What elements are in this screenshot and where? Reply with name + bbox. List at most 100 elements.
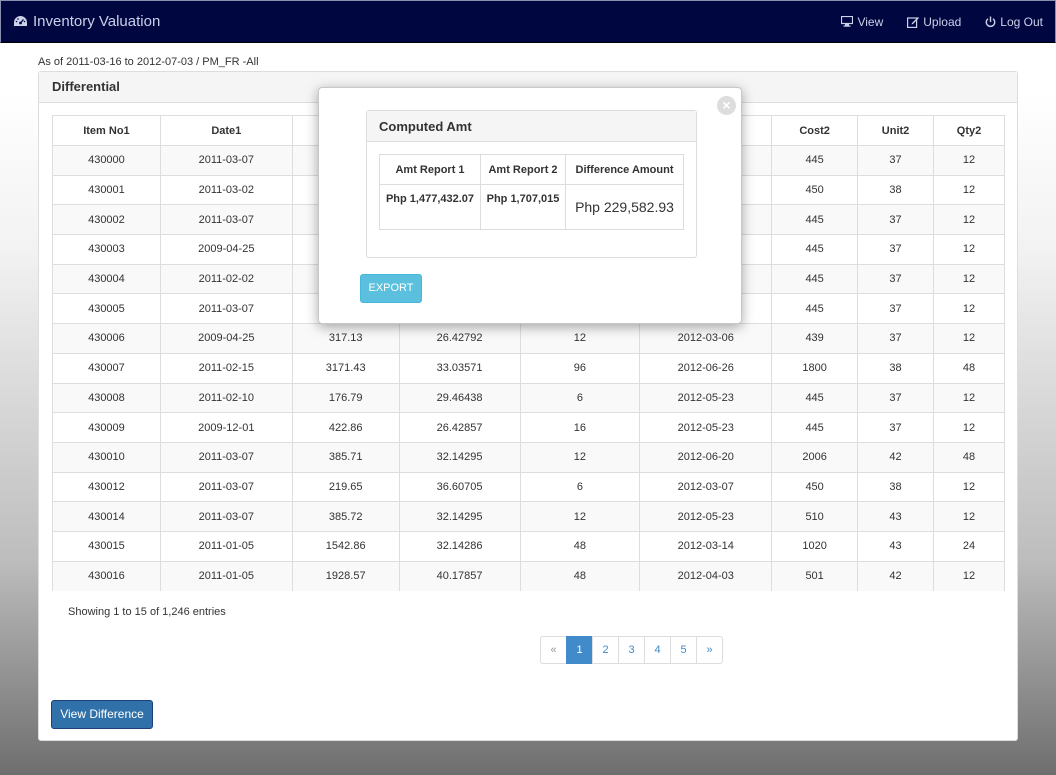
table-cell: 12: [933, 234, 1005, 265]
table-cell: 445: [771, 382, 859, 413]
table-cell: 37: [857, 412, 934, 443]
table-cell: 445: [771, 412, 859, 443]
computed-amt-title: Computed Amt: [367, 111, 696, 142]
table-row[interactable]: 430012 2011-03-07 219.65 36.60705 6 2012-03-0…: [52, 471, 1005, 502]
table-cell: 40.17857: [398, 560, 521, 591]
page-2[interactable]: 2: [592, 636, 619, 664]
table-cell: 2011-02-10: [159, 382, 293, 413]
table-row[interactable]: 430016 2011-01-05 1928.57 40.17857 48 2012-04…: [52, 560, 1005, 591]
difference-amount-value: Php 229,582.93: [565, 184, 684, 230]
table-cell: 37: [857, 204, 934, 235]
column-header[interactable]: Date1: [159, 115, 293, 146]
table-cell: 1928.57: [291, 560, 400, 591]
nav-upload-label: Upload: [923, 14, 962, 29]
table-cell: 510: [771, 501, 859, 532]
dashboard-icon: [14, 16, 27, 26]
table-row[interactable]: 430008 2011-02-10 176.79 29.46438 6 2012-05-2…: [52, 382, 1005, 413]
page-4[interactable]: 4: [644, 636, 671, 664]
table-cell: 2012-03-07: [639, 471, 773, 502]
amt-report-1-value: Php 1,477,432.07: [379, 184, 481, 230]
table-cell: 439: [771, 323, 859, 354]
table-cell: 12: [519, 501, 641, 532]
table-cell: 430016: [52, 560, 161, 591]
table-cell: 38: [857, 471, 934, 502]
table-cell: 12: [933, 560, 1005, 591]
column-header[interactable]: Qty2: [933, 115, 1005, 146]
table-cell: 38: [857, 352, 934, 383]
table-cell: 2009-04-25: [159, 234, 293, 265]
close-icon[interactable]: ×: [717, 96, 736, 115]
table-cell: 12: [933, 323, 1005, 354]
table-cell: 16: [519, 412, 641, 443]
table-row[interactable]: 430007 2011-02-15 3171.43 33.03571 96 2012-06…: [52, 352, 1005, 383]
column-header[interactable]: Item No1: [52, 115, 161, 146]
brand[interactable]: Inventory Valuation: [13, 13, 160, 30]
table-cell: 430009: [52, 412, 161, 443]
table-row[interactable]: 430014 2011-03-07 385.72 32.14295 12 2012-05-…: [52, 501, 1005, 532]
table-cell: 2012-04-03: [639, 560, 773, 591]
nav-logout-label: Log Out: [1000, 14, 1043, 29]
table-cell: 12: [933, 501, 1005, 532]
table-cell: 430001: [52, 174, 161, 205]
computed-amt-modal: × Computed Amt Amt Report 1 Amt Report 2…: [318, 87, 742, 324]
page-5[interactable]: 5: [670, 636, 697, 664]
table-row[interactable]: 430009 2009-12-01 422.86 26.42857 16 2012-05-…: [52, 412, 1005, 443]
table-cell: 2011-03-07: [159, 204, 293, 235]
nav-upload[interactable]: Upload: [907, 15, 961, 29]
table-cell: 48: [519, 530, 641, 562]
table-cell: 445: [771, 293, 859, 324]
view-difference-button[interactable]: View Difference: [51, 700, 153, 729]
table-cell: 32.14286: [398, 530, 521, 562]
page-1[interactable]: 1: [566, 636, 593, 664]
amt-header: Amt Report 1: [379, 154, 481, 185]
export-button[interactable]: EXPORT: [360, 274, 422, 303]
table-cell: 430007: [52, 352, 161, 383]
table-cell: 36.60705: [398, 471, 521, 502]
table-cell: 26.42792: [398, 323, 521, 354]
table-cell: 32.14295: [398, 441, 521, 473]
table-row[interactable]: 430006 2009-04-25 317.13 26.42792 12 2012-03-…: [52, 323, 1005, 354]
table-cell: 2011-02-15: [159, 352, 293, 383]
table-cell: 26.42857: [398, 412, 521, 443]
table-cell: 38: [857, 174, 934, 205]
table-cell: 430003: [52, 234, 161, 265]
table-cell: 219.65: [291, 471, 400, 502]
table-cell: 37: [857, 234, 934, 265]
table-cell: 2011-03-07: [159, 441, 293, 473]
table-cell: 2011-02-02: [159, 263, 293, 294]
table-cell: 2011-03-07: [159, 145, 293, 176]
nav-view[interactable]: View: [841, 15, 883, 29]
table-cell: 37: [857, 323, 934, 354]
table-cell: 43: [857, 530, 934, 562]
page-prev[interactable]: «: [540, 636, 567, 664]
table-cell: 12: [933, 204, 1005, 235]
table-cell: 12: [933, 145, 1005, 176]
column-header[interactable]: Cost2: [771, 115, 859, 146]
column-header[interactable]: Unit2: [857, 115, 934, 146]
table-cell: 12: [933, 471, 1005, 502]
page-3[interactable]: 3: [618, 636, 645, 664]
nav-logout[interactable]: Log Out: [985, 15, 1043, 29]
table-row[interactable]: 430010 2011-03-07 385.71 32.14295 12 2012-06-…: [52, 441, 1005, 473]
table-cell: 2011-03-07: [159, 471, 293, 502]
table-cell: 176.79: [291, 382, 400, 413]
table-cell: 430008: [52, 382, 161, 413]
table-cell: 2012-05-23: [639, 412, 773, 443]
table-cell: 48: [933, 441, 1005, 473]
table-cell: 29.46438: [398, 382, 521, 413]
table-row[interactable]: 430015 2011-01-05 1542.86 32.14286 48 2012-03…: [52, 530, 1005, 562]
table-cell: 2011-03-07: [159, 501, 293, 532]
table-cell: 2006: [771, 441, 859, 473]
table-cell: 32.14295: [398, 501, 521, 532]
amt-report-2-value: Php 1,707,015: [480, 184, 566, 230]
nav-links: View Upload Log Out: [817, 15, 1043, 29]
table-cell: 385.72: [291, 501, 400, 532]
table-cell: 12: [933, 382, 1005, 413]
edit-icon: [907, 16, 920, 28]
table-cell: 12: [933, 263, 1005, 294]
amt-header: Amt Report 2: [480, 154, 566, 185]
table-cell: 445: [771, 145, 859, 176]
table-cell: 445: [771, 234, 859, 265]
table-cell: 450: [771, 174, 859, 205]
page-next[interactable]: »: [696, 636, 723, 664]
